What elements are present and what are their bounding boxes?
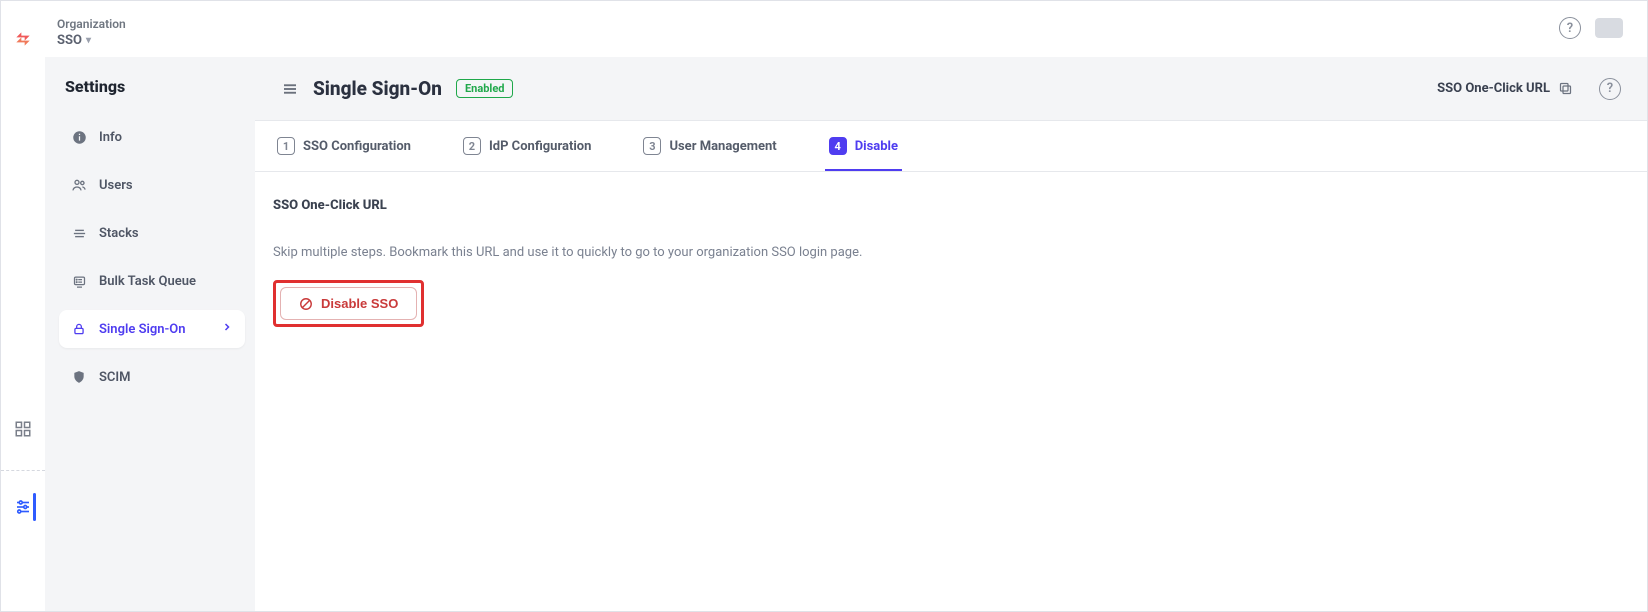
- page-header: Single Sign-On Enabled SSO One-Click URL…: [255, 57, 1647, 121]
- settings-sliders-icon[interactable]: [11, 495, 35, 519]
- one-click-url-label: SSO One-Click URL: [1437, 81, 1550, 96]
- disable-sso-button-label: Disable SSO: [321, 296, 398, 311]
- queue-icon: [71, 273, 87, 289]
- tab-sso-configuration[interactable]: 1 SSO Configuration: [273, 121, 415, 171]
- tab-number: 2: [463, 137, 481, 155]
- tabs: 1 SSO Configuration 2 IdP Configuration …: [255, 121, 1647, 172]
- hamburger-icon[interactable]: [281, 80, 299, 98]
- tab-label: SSO Configuration: [303, 139, 411, 154]
- sidebar-item-scim[interactable]: SCIM: [59, 358, 245, 396]
- breadcrumb-current-label: SSO: [57, 33, 82, 48]
- stacks-icon: [71, 225, 87, 241]
- sidebar-title: Settings: [59, 77, 245, 96]
- disable-sso-button[interactable]: Disable SSO: [280, 287, 417, 320]
- sidebar-item-label: Single Sign-On: [99, 322, 186, 337]
- chevron-down-icon: ▾: [86, 35, 91, 46]
- sidebar-item-bulk-task-queue[interactable]: Bulk Task Queue: [59, 262, 245, 300]
- help-icon[interactable]: ?: [1599, 78, 1621, 100]
- one-click-url-link[interactable]: SSO One-Click URL: [1437, 81, 1573, 96]
- sidebar-item-info[interactable]: Info: [59, 118, 245, 156]
- tab-label: Disable: [855, 139, 898, 154]
- app-rail: [1, 1, 45, 611]
- user-avatar[interactable]: [1595, 18, 1623, 38]
- helper-text: Skip multiple steps. Bookmark this URL a…: [273, 245, 1629, 260]
- tab-label: IdP Configuration: [489, 139, 591, 154]
- chevron-right-icon: [221, 321, 233, 337]
- app-logo-icon[interactable]: [13, 29, 33, 49]
- top-bar: Organization SSO ▾ ?: [45, 1, 1647, 57]
- sidebar-item-users[interactable]: Users: [59, 166, 245, 204]
- disable-button-highlight: Disable SSO: [273, 280, 424, 327]
- tab-label: User Management: [669, 139, 776, 154]
- sidebar-item-label: Stacks: [99, 226, 139, 241]
- tab-number: 4: [829, 137, 847, 155]
- help-icon[interactable]: ?: [1559, 17, 1581, 39]
- tab-user-management[interactable]: 3 User Management: [639, 121, 780, 171]
- lock-icon: [71, 321, 87, 337]
- sidebar-item-label: Users: [99, 178, 133, 193]
- breadcrumb-parent: Organization: [57, 17, 126, 31]
- content-body: SSO One-Click URL Skip multiple steps. B…: [255, 172, 1647, 353]
- ban-icon: [299, 297, 313, 311]
- breadcrumb[interactable]: Organization SSO ▾: [57, 17, 126, 48]
- sidebar-item-stacks[interactable]: Stacks: [59, 214, 245, 252]
- users-icon: [71, 177, 87, 193]
- settings-sidebar: Settings Info Users: [45, 57, 255, 611]
- tab-number: 3: [643, 137, 661, 155]
- status-badge: Enabled: [456, 79, 513, 98]
- sidebar-item-label: Info: [99, 130, 122, 145]
- page-title: Single Sign-On: [313, 77, 442, 100]
- tab-number: 1: [277, 137, 295, 155]
- tab-disable[interactable]: 4 Disable: [825, 121, 902, 171]
- section-title: SSO One-Click URL: [273, 198, 1629, 213]
- info-icon: [71, 129, 87, 145]
- sidebar-item-single-sign-on[interactable]: Single Sign-On: [59, 310, 245, 348]
- dashboard-icon[interactable]: [11, 417, 35, 441]
- sidebar-item-label: Bulk Task Queue: [99, 274, 196, 289]
- tab-idp-configuration[interactable]: 2 IdP Configuration: [459, 121, 595, 171]
- sidebar-item-label: SCIM: [99, 370, 131, 385]
- copy-icon: [1558, 81, 1573, 96]
- shield-icon: [71, 369, 87, 385]
- breadcrumb-current: SSO ▾: [57, 33, 126, 48]
- main-pane: Single Sign-On Enabled SSO One-Click URL…: [255, 57, 1647, 611]
